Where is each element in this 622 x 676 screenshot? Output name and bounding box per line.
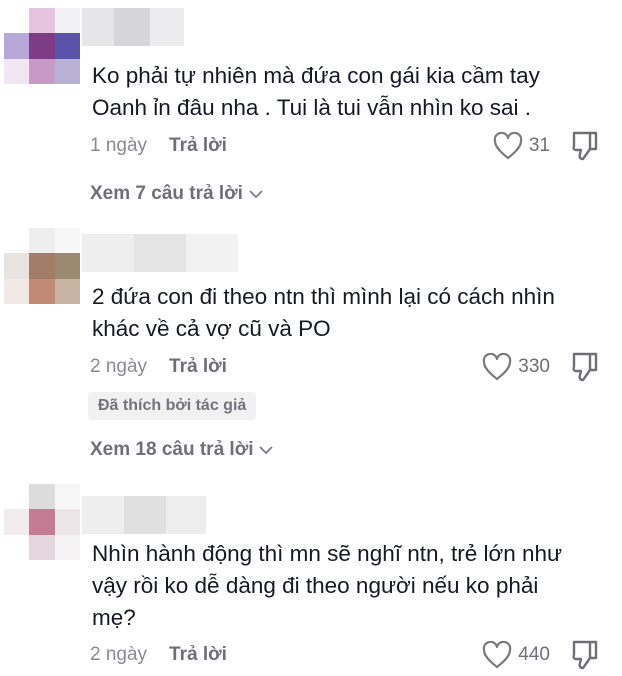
timestamp: 2 ngày <box>90 356 148 377</box>
heart-icon <box>493 132 523 160</box>
reply-button[interactable]: Trả lời <box>169 644 227 666</box>
username-redacted[interactable] <box>82 8 184 46</box>
chevron-down-icon <box>249 190 263 199</box>
like-button[interactable]: 31 <box>493 129 550 163</box>
comment-meta: 1 ngày Trả lời <box>90 132 227 160</box>
username-redacted[interactable] <box>82 496 206 534</box>
heart-icon <box>483 353 512 381</box>
avatar[interactable] <box>4 484 80 560</box>
heart-icon <box>483 641 512 669</box>
comment-meta: 2 ngày Trả lời <box>90 641 227 669</box>
view-replies-button[interactable]: Xem 7 câu trả lời <box>90 180 263 208</box>
like-count: 330 <box>518 356 550 377</box>
like-count: 440 <box>518 644 550 665</box>
avatar[interactable] <box>4 228 80 304</box>
chevron-down-icon <box>259 446 274 455</box>
comment-text: Nhìn hành động thì mn sẽ nghĩ ntn, trẻ l… <box>92 541 563 630</box>
timestamp: 1 ngày <box>90 135 148 156</box>
like-button[interactable]: 440 <box>482 638 550 672</box>
comment-meta: 2 ngày Trả lời <box>90 353 227 381</box>
dislike-icon[interactable] <box>570 638 600 672</box>
like-count: 31 <box>528 135 550 156</box>
reply-button[interactable]: Trả lời <box>169 135 227 157</box>
dislike-icon[interactable] <box>570 350 600 384</box>
comment-text: Ko phải tự nhiên mà đứa con gái kia cầm … <box>92 63 540 120</box>
reply-button[interactable]: Trả lời <box>169 356 227 378</box>
dislike-icon[interactable] <box>570 129 600 163</box>
comment-text: 2 đứa con đi theo ntn thì mình lại có cá… <box>92 284 555 341</box>
view-replies-button[interactable]: Xem 18 câu trả lời <box>90 436 274 464</box>
avatar[interactable] <box>4 8 80 84</box>
liked-by-author-badge: Đã thích bởi tác giả <box>88 392 257 420</box>
username-redacted[interactable] <box>82 234 238 272</box>
like-button[interactable]: 330 <box>482 350 550 384</box>
timestamp: 2 ngày <box>90 644 148 665</box>
